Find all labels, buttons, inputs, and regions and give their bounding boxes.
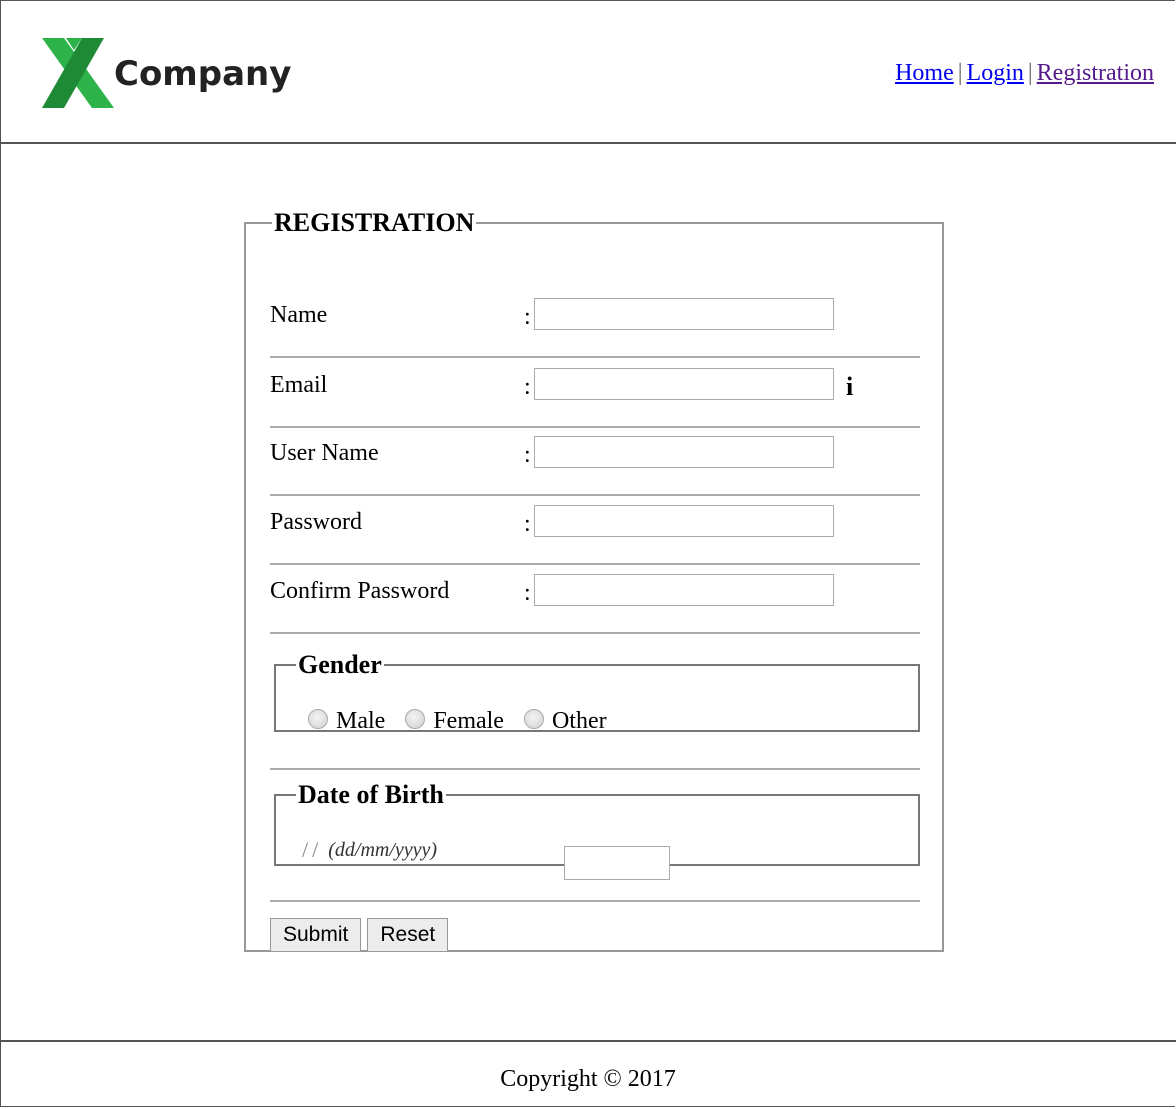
nav-separator: | <box>1027 60 1033 86</box>
colon: : <box>524 304 531 330</box>
registration-fieldset: REGISTRATION Name : Email : i User Name … <box>244 208 944 952</box>
radio-button[interactable] <box>308 709 328 730</box>
nav-separator: | <box>957 60 963 86</box>
top-nav: Home | Login | Registration <box>895 60 1154 87</box>
form-row-email: Email : i <box>270 358 920 428</box>
x-logo-icon <box>42 38 114 108</box>
site-footer: Copyright © 2017 <box>0 1040 1176 1109</box>
gender-fieldset: Gender Male Female Other <box>274 650 920 735</box>
form-row-gender: Gender Male Female Other <box>270 640 920 770</box>
gender-legend: Gender <box>298 650 382 679</box>
colon: : <box>524 442 531 468</box>
form-buttons: Submit Reset <box>270 918 454 952</box>
colon: : <box>524 511 531 537</box>
username-input[interactable] <box>534 436 834 468</box>
registration-legend: REGISTRATION <box>274 208 475 237</box>
copyright-text: Copyright © 2017 <box>500 1066 676 1092</box>
name-input[interactable] <box>534 298 834 330</box>
radio-label: Other <box>551 708 607 734</box>
gender-option-male[interactable]: Male <box>308 708 385 734</box>
dob-format-hint: (dd/mm/yyyy) <box>328 838 438 861</box>
email-label: Email <box>270 372 328 398</box>
radio-button[interactable] <box>523 709 544 730</box>
company-logo[interactable]: Company <box>42 38 302 108</box>
reset-button[interactable]: Reset <box>367 918 449 952</box>
name-label: Name <box>270 302 328 328</box>
logo-text: Company <box>114 54 292 94</box>
gender-option-female[interactable]: Female <box>405 708 504 734</box>
confirm-password-input[interactable] <box>534 574 834 606</box>
confirm-password-label: Confirm Password <box>270 578 450 604</box>
dob-inputs: / / (dd/mm/yyyy) <box>300 836 670 880</box>
form-row-name: Name : <box>270 288 920 358</box>
dob-year-input[interactable] <box>564 846 670 880</box>
dob-fieldset: Date of Birth / / (dd/mm/yyyy) <box>274 780 920 880</box>
gender-option-other[interactable]: Other <box>523 708 607 734</box>
colon: : <box>524 374 531 400</box>
nav-link-home[interactable]: Home <box>895 60 954 86</box>
nav-link-registration[interactable]: Registration <box>1037 60 1154 86</box>
form-row-password: Password : <box>270 495 920 565</box>
radio-label: Male <box>336 708 386 734</box>
dob-separator: / <box>302 837 309 863</box>
site-header: Company Home | Login | Registration <box>0 0 1176 144</box>
form-row-confirm-password: Confirm Password : <box>270 564 920 634</box>
password-label: Password <box>270 509 363 535</box>
submit-button[interactable]: Submit <box>270 918 362 952</box>
dob-separator: / <box>312 837 319 863</box>
dob-legend: Date of Birth <box>298 780 444 809</box>
nav-link-login[interactable]: Login <box>967 60 1024 86</box>
form-row-dob: Date of Birth / / (dd/mm/yyyy) <box>270 770 920 902</box>
form-row-username: User Name : <box>270 426 920 496</box>
gender-options: Male Female Other <box>308 708 621 735</box>
username-label: User Name <box>270 440 379 466</box>
password-input[interactable] <box>534 505 834 537</box>
email-info-icon[interactable]: i <box>846 372 853 402</box>
email-input[interactable] <box>534 368 834 400</box>
radio-label: Female <box>433 708 504 734</box>
colon: : <box>524 580 531 606</box>
radio-button[interactable] <box>405 709 426 730</box>
